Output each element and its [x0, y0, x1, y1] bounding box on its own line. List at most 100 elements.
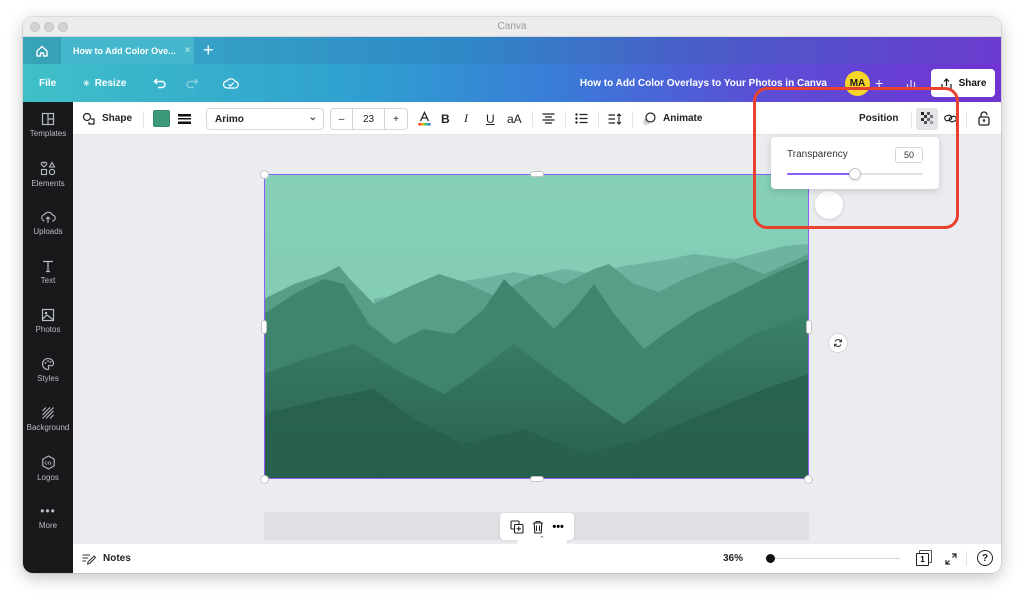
tab-document[interactable]: How to Add Color Ove... ×	[61, 37, 194, 64]
notes-label: Notes	[103, 553, 131, 564]
rotate-button[interactable]	[828, 333, 848, 353]
zoom-percentage[interactable]: 36%	[723, 544, 743, 573]
document-title[interactable]: How to Add Color Overlays to Your Photos…	[580, 64, 827, 102]
notes-button[interactable]: Notes	[82, 544, 131, 573]
transparency-label: Transparency	[787, 149, 848, 160]
transparency-value-input[interactable]: 50	[895, 147, 923, 163]
transparency-button[interactable]	[916, 102, 938, 135]
styles-icon	[42, 357, 55, 371]
text-color-icon	[418, 111, 431, 126]
editor-toolbar: Shape Arimo ⌄ – 23 + B I U aA Animate Po…	[73, 102, 1001, 135]
sidebar-item-background[interactable]: Background	[23, 406, 73, 450]
help-icon: ?	[981, 552, 989, 564]
zoom-slider[interactable]	[765, 554, 900, 563]
file-menu[interactable]: File	[39, 64, 56, 102]
delete-page-button[interactable]	[532, 520, 544, 534]
list-button[interactable]	[575, 102, 588, 135]
animate-label: Animate	[663, 113, 703, 124]
divider	[966, 551, 967, 566]
text-color-button[interactable]	[418, 102, 431, 135]
resize-handle-bottom-right[interactable]	[804, 475, 813, 484]
transparency-slider[interactable]	[787, 168, 923, 180]
bold-button[interactable]: B	[441, 102, 450, 135]
title-bar: Canva	[23, 17, 1001, 37]
page-count-button[interactable]: 1	[916, 550, 932, 566]
trash-icon	[533, 520, 544, 534]
share-button[interactable]: Share	[931, 69, 995, 97]
shape-icon	[82, 112, 95, 125]
letter-case-button[interactable]: aA	[507, 102, 522, 135]
analytics-button[interactable]	[906, 64, 916, 102]
undo-button[interactable]	[153, 64, 167, 102]
resize-handle-bottom-left[interactable]	[260, 475, 269, 484]
logos-icon: CO.	[41, 455, 55, 470]
animate-button[interactable]: Animate	[642, 102, 702, 135]
duplicate-page-button[interactable]	[510, 519, 524, 534]
resize-label: Resize	[94, 77, 127, 89]
design-canvas[interactable]	[73, 135, 1001, 544]
spacing-button[interactable]	[608, 102, 622, 135]
zoom-slider-knob[interactable]	[766, 554, 776, 563]
increase-font-size-button[interactable]: +	[385, 109, 407, 129]
add-collaborator-button[interactable]: +	[875, 64, 883, 102]
divider	[598, 111, 599, 127]
text-icon	[43, 260, 53, 273]
resize-button[interactable]: ✳ Resize	[83, 64, 126, 102]
elements-icon	[40, 161, 56, 176]
home-tab[interactable]	[23, 37, 61, 64]
redo-button[interactable]	[185, 64, 199, 102]
font-size-input[interactable]: 23	[353, 109, 385, 129]
mountain-photo-with-overlay[interactable]	[264, 174, 809, 479]
fullscreen-button[interactable]	[945, 552, 957, 570]
resize-handle-right[interactable]	[806, 320, 812, 334]
align-center-button[interactable]	[542, 102, 555, 135]
sidebar-item-photos[interactable]: Photos	[23, 308, 73, 352]
italic-button[interactable]: I	[464, 102, 468, 135]
tab-close-icon[interactable]: ×	[185, 45, 191, 56]
link-button[interactable]	[944, 102, 957, 135]
sidebar-item-uploads[interactable]: Uploads	[23, 210, 73, 254]
decrease-font-size-button[interactable]: –	[331, 109, 353, 129]
sidebar-item-elements[interactable]: Elements	[23, 161, 73, 205]
cloud-check-icon	[223, 78, 239, 89]
svg-text:CO.: CO.	[44, 461, 52, 466]
fill-color-button[interactable]	[153, 102, 170, 135]
font-family-dropdown[interactable]: Arimo ⌄	[206, 108, 324, 130]
resize-handle-top[interactable]	[530, 171, 544, 177]
new-tab-button[interactable]: +	[203, 39, 214, 61]
show-pages-toggle[interactable]: ˆ	[517, 535, 567, 547]
sidebar-label: Elements	[31, 179, 65, 188]
sidebar-item-templates[interactable]: Templates	[23, 112, 73, 156]
lock-button[interactable]	[978, 102, 990, 135]
photos-icon	[41, 308, 55, 322]
sidebar-item-styles[interactable]: Styles	[23, 357, 73, 401]
templates-icon	[41, 112, 55, 126]
save-status-button[interactable]	[223, 64, 239, 102]
line-spacing-icon	[608, 112, 622, 125]
duplicate-icon	[510, 519, 524, 534]
border-style-icon	[178, 113, 191, 124]
user-avatar[interactable]: MA	[845, 71, 870, 96]
mountain-landscape-image	[264, 174, 809, 479]
canva-window: Canva How to Add Color Ove... × + File ✳…	[23, 17, 1001, 573]
sidebar-item-logos[interactable]: CO. Logos	[23, 455, 73, 499]
expand-icon	[945, 553, 957, 565]
undo-icon	[153, 78, 166, 89]
help-button[interactable]: ?	[977, 550, 993, 566]
more-options-button[interactable]: •••	[552, 521, 564, 533]
border-style-button[interactable]	[178, 102, 191, 135]
resize-handle-top-left[interactable]	[260, 170, 269, 179]
underline-button[interactable]: U	[486, 102, 495, 135]
transparency-slider-knob[interactable]	[849, 168, 861, 180]
shape-button[interactable]: Shape	[82, 102, 132, 135]
rotate-icon	[834, 339, 842, 347]
resize-handle-left[interactable]	[261, 320, 267, 334]
sidebar-label: Uploads	[33, 227, 63, 236]
element-rotate-handle[interactable]	[815, 191, 843, 219]
sidebar-item-text[interactable]: Text	[23, 259, 73, 303]
resize-handle-bottom[interactable]	[530, 476, 544, 482]
position-button[interactable]: Position	[859, 102, 898, 135]
divider	[532, 111, 533, 127]
sidebar-item-more[interactable]: ••• More	[23, 504, 73, 548]
sidebar-label: Styles	[37, 374, 59, 383]
